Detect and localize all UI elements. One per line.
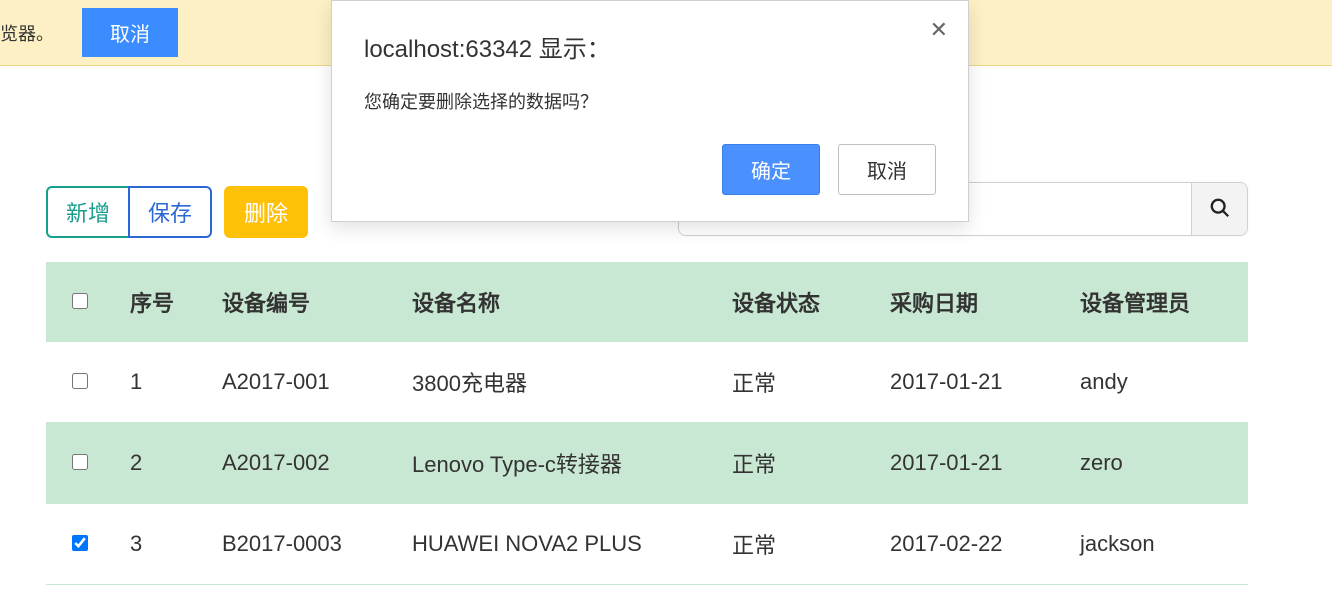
cell-admin: andy xyxy=(1072,345,1248,419)
dialog-cancel-button[interactable]: 取消 xyxy=(838,144,936,195)
cell-code: B2017-0003 xyxy=(214,507,404,581)
cell-status: 正常 xyxy=(724,342,882,422)
dialog-title: localhost:63342 显示： xyxy=(364,29,936,64)
table-row: 2 A2017-002 Lenovo Type-c转接器 正常 2017-01-… xyxy=(46,423,1248,504)
banner-text: 览器。 xyxy=(0,20,54,46)
delete-button[interactable]: 删除 xyxy=(224,186,308,238)
col-date: 采购日期 xyxy=(882,262,1072,342)
cell-name: 3800充电器 xyxy=(404,342,724,422)
cell-admin: jackson xyxy=(1072,507,1248,581)
dialog-message: 您确定要删除选择的数据吗？ xyxy=(364,88,936,114)
search-icon xyxy=(1209,197,1231,222)
close-icon: ✕ xyxy=(930,17,948,42)
dialog-confirm-button[interactable]: 确定 xyxy=(722,144,820,195)
cell-date: 2017-02-22 xyxy=(882,507,1072,581)
col-name: 设备名称 xyxy=(404,262,724,342)
cell-code: A2017-002 xyxy=(214,426,404,500)
col-idx: 序号 xyxy=(114,262,214,342)
cell-idx: 2 xyxy=(114,426,214,500)
table-row: 3 B2017-0003 HUAWEI NOVA2 PLUS 正常 2017-0… xyxy=(46,504,1248,585)
dialog-actions: 确定 取消 xyxy=(364,144,936,195)
cell-status: 正常 xyxy=(724,423,882,503)
table-row: 1 A2017-001 3800充电器 正常 2017-01-21 andy xyxy=(46,342,1248,423)
row-checkbox[interactable] xyxy=(72,535,88,551)
toolbar: 新增 保存 删除 xyxy=(46,186,308,238)
cell-date: 2017-01-21 xyxy=(882,345,1072,419)
device-table: 序号 设备编号 设备名称 设备状态 采购日期 设备管理员 1 A2017-001… xyxy=(46,262,1248,585)
cell-idx: 1 xyxy=(114,345,214,419)
row-checkbox[interactable] xyxy=(72,373,88,389)
cell-name: Lenovo Type-c转接器 xyxy=(404,423,724,503)
dialog-close-button[interactable]: ✕ xyxy=(930,19,948,41)
cell-admin: zero xyxy=(1072,426,1248,500)
row-checkbox[interactable] xyxy=(72,454,88,470)
select-all-checkbox[interactable] xyxy=(72,293,88,309)
confirm-dialog: ✕ localhost:63342 显示： 您确定要删除选择的数据吗？ 确定 取… xyxy=(331,0,969,222)
add-button[interactable]: 新增 xyxy=(46,186,128,238)
cell-code: A2017-001 xyxy=(214,345,404,419)
banner-cancel-button[interactable]: 取消 xyxy=(82,8,178,57)
col-code: 设备编号 xyxy=(214,262,404,342)
table-header-row: 序号 设备编号 设备名称 设备状态 采购日期 设备管理员 xyxy=(46,262,1248,342)
col-admin: 设备管理员 xyxy=(1072,262,1248,342)
cell-idx: 3 xyxy=(114,507,214,581)
search-button[interactable] xyxy=(1191,183,1247,235)
cell-status: 正常 xyxy=(724,504,882,584)
save-button[interactable]: 保存 xyxy=(128,186,212,238)
col-status: 设备状态 xyxy=(724,262,882,342)
cell-name: HUAWEI NOVA2 PLUS xyxy=(404,507,724,581)
cell-date: 2017-01-21 xyxy=(882,426,1072,500)
